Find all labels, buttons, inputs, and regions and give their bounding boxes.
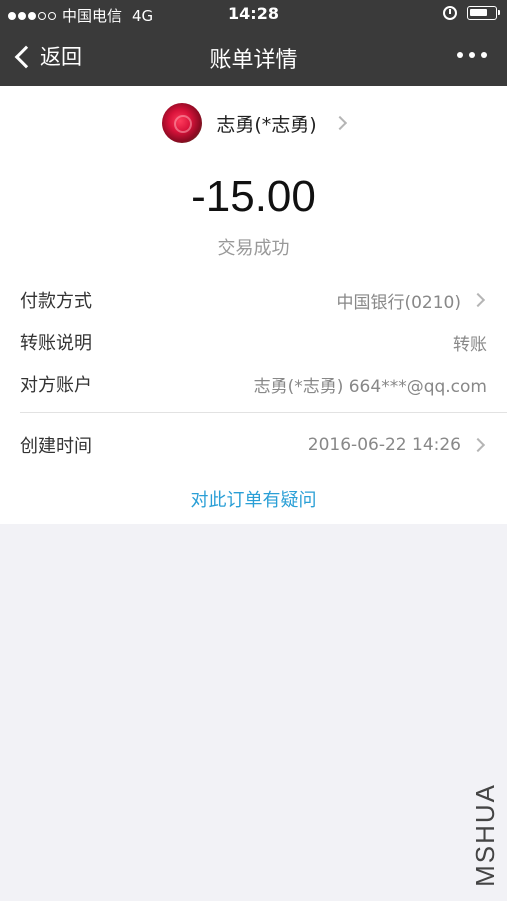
transaction-amount: -15.00 — [191, 172, 316, 221]
watermark: MSHUA — [470, 783, 500, 887]
nav-bar: 返回 账单详情 — [0, 28, 507, 86]
chevron-right-icon — [470, 292, 486, 308]
chevron-right-icon — [332, 115, 347, 131]
chevron-right-icon — [470, 437, 486, 453]
transfer-note-value: 转账 — [453, 334, 487, 355]
status-right — [443, 6, 500, 20]
transfer-note-row: 转账说明 转账 — [20, 327, 487, 357]
status-time: 14:28 — [228, 4, 279, 23]
more-button[interactable] — [457, 52, 487, 58]
more-dots-icon — [457, 52, 463, 58]
payee-row[interactable]: 志勇(*志勇) — [0, 100, 507, 146]
battery-icon — [467, 6, 500, 20]
divider — [20, 412, 507, 413]
transfer-note-label: 转账说明 — [20, 333, 92, 354]
counterparty-account-row: 对方账户 志勇(*志勇) 664***@qq.com — [20, 369, 487, 399]
status-bar: 中国电信 4G 14:28 — [0, 0, 507, 28]
back-label: 返回 — [40, 45, 82, 69]
payment-method-label: 付款方式 — [20, 291, 92, 312]
alarm-icon — [443, 6, 457, 20]
avatar — [162, 103, 203, 143]
created-time-text: 2016-06-22 14:26 — [307, 435, 461, 455]
transaction-status: 交易成功 — [217, 238, 290, 259]
counterparty-account-value: 志勇(*志勇) 664***@qq.com — [253, 376, 487, 397]
bill-detail-card: 志勇(*志勇) -15.00 交易成功 付款方式 中国银行(0210) 转账说明… — [0, 86, 507, 524]
battery-level — [470, 9, 488, 16]
payee-name: 志勇(*志勇) — [216, 113, 317, 136]
payment-method-row[interactable]: 付款方式 中国银行(0210) — [20, 285, 487, 315]
payment-method-text: 中国银行(0210) — [336, 292, 461, 313]
chevron-left-icon — [14, 45, 38, 68]
counterparty-account-label: 对方账户 — [20, 375, 92, 396]
payment-method-value: 中国银行(0210) — [336, 288, 487, 313]
created-time-value: 2016-06-22 14:26 — [308, 435, 487, 455]
created-time-row[interactable]: 创建时间 2016-06-22 14:26 — [20, 430, 487, 460]
created-time-label: 创建时间 — [20, 436, 92, 457]
dispute-order-link[interactable]: 对此订单有疑问 — [0, 486, 507, 512]
back-button[interactable]: 返回 — [14, 41, 82, 71]
